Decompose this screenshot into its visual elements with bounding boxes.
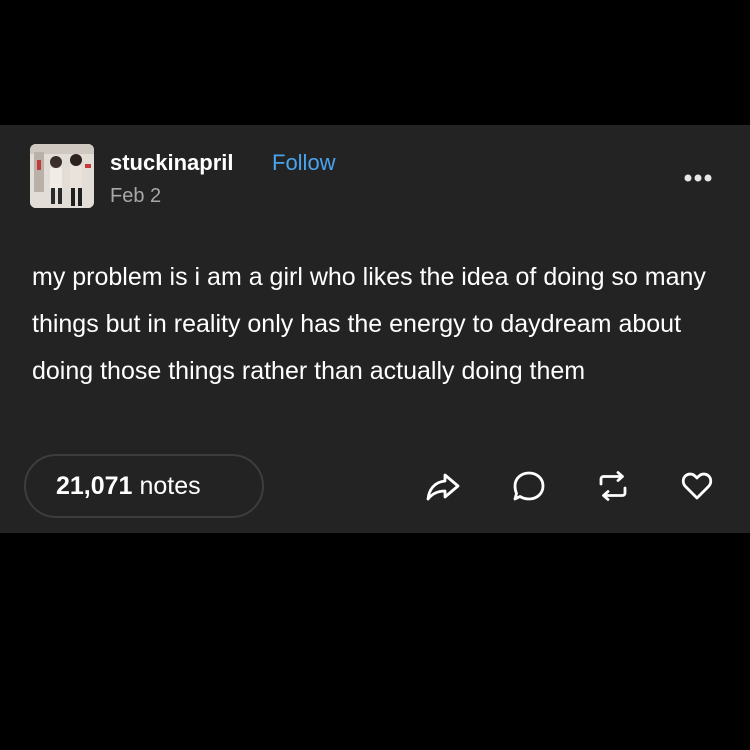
more-options-icon[interactable] (680, 168, 720, 188)
post-body: my problem is i am a girl who likes the … (32, 263, 706, 385)
post-date: Feb 2 (110, 185, 162, 207)
reblog-icon[interactable] (595, 468, 631, 504)
avatar[interactable] (30, 144, 94, 208)
notes-label: notes (139, 471, 201, 500)
follow-button[interactable]: Follow (272, 150, 336, 176)
share-icon[interactable] (425, 468, 461, 504)
reply-icon[interactable] (511, 468, 547, 504)
notes-count: 21,071 (56, 471, 133, 500)
notes-button[interactable]: 21,071 notes (24, 454, 264, 518)
username[interactable]: stuckinapril (110, 150, 233, 176)
heart-icon[interactable] (679, 468, 715, 504)
